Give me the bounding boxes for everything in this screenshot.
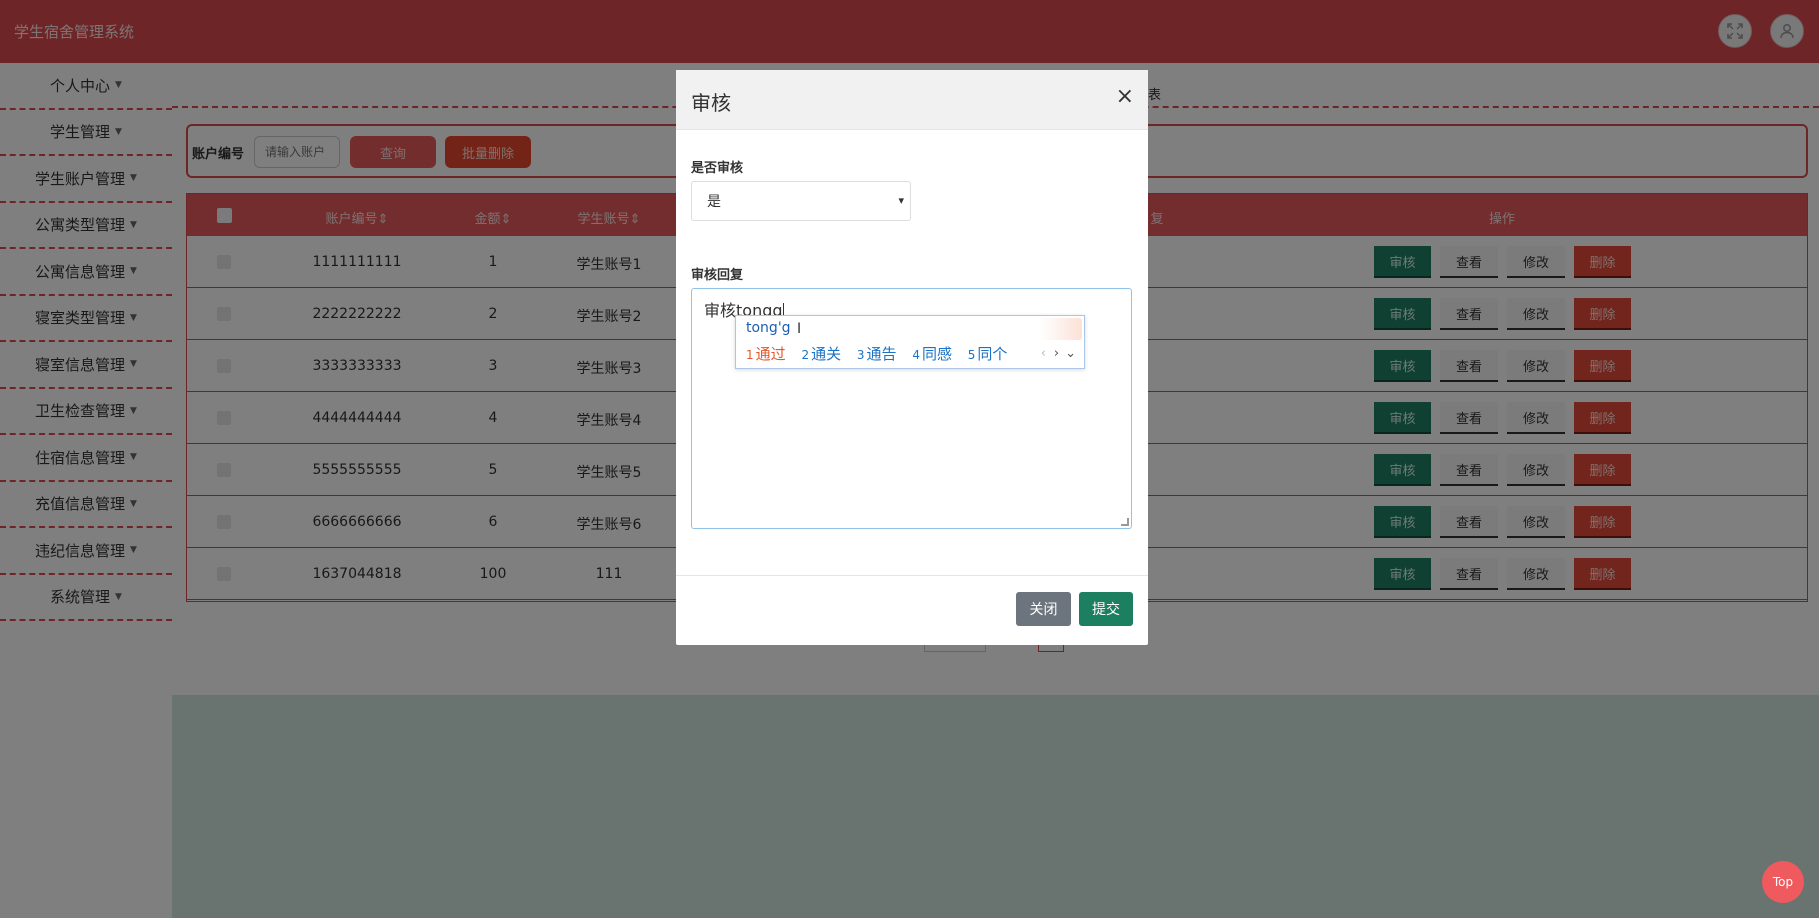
ime-candidate-popup: tong'g I 1 通过 2 通关 3 通告 4 同感 5 同个 ‹ › ⌄	[735, 315, 1085, 369]
audit-select-value: 是	[707, 194, 721, 210]
modal-title: 审核	[691, 91, 731, 115]
ime-candidates: 1 通过 2 通关 3 通告 4 同感 5 同个	[746, 343, 1018, 364]
back-to-top-button[interactable]: Top	[1762, 861, 1804, 903]
modal-footer: 关闭 提交	[676, 575, 1148, 645]
chevron-down-icon: ▾	[898, 194, 904, 207]
reply-field-label: 审核回复	[691, 268, 744, 283]
close-icon[interactable]: ×	[1116, 84, 1134, 109]
resize-handle-icon[interactable]	[1121, 518, 1129, 526]
submit-button[interactable]: 提交	[1079, 592, 1133, 626]
text-cursor-icon: I	[797, 321, 802, 337]
ime-skin-decoration	[1040, 318, 1082, 340]
chevron-left-icon[interactable]: ‹	[1041, 346, 1046, 361]
close-button[interactable]: 关闭	[1016, 592, 1071, 626]
ime-candidate[interactable]: 2 通关	[801, 345, 841, 363]
ime-candidate[interactable]: 3 通告	[857, 345, 897, 363]
ime-candidate[interactable]: 1 通过	[746, 345, 786, 363]
chevron-right-icon[interactable]: ›	[1054, 346, 1059, 361]
audit-select[interactable]: 是 ▾	[691, 181, 911, 221]
ime-candidate[interactable]: 4 同感	[912, 345, 952, 363]
ime-pinyin: tong'g	[746, 320, 791, 336]
ime-nav: ‹ › ⌄	[1041, 346, 1076, 361]
chevron-down-icon[interactable]: ⌄	[1065, 346, 1076, 361]
modal-header: 审核 ×	[676, 70, 1148, 130]
audit-field-label: 是否审核	[691, 161, 744, 176]
ime-candidate[interactable]: 5 同个	[968, 345, 1008, 363]
